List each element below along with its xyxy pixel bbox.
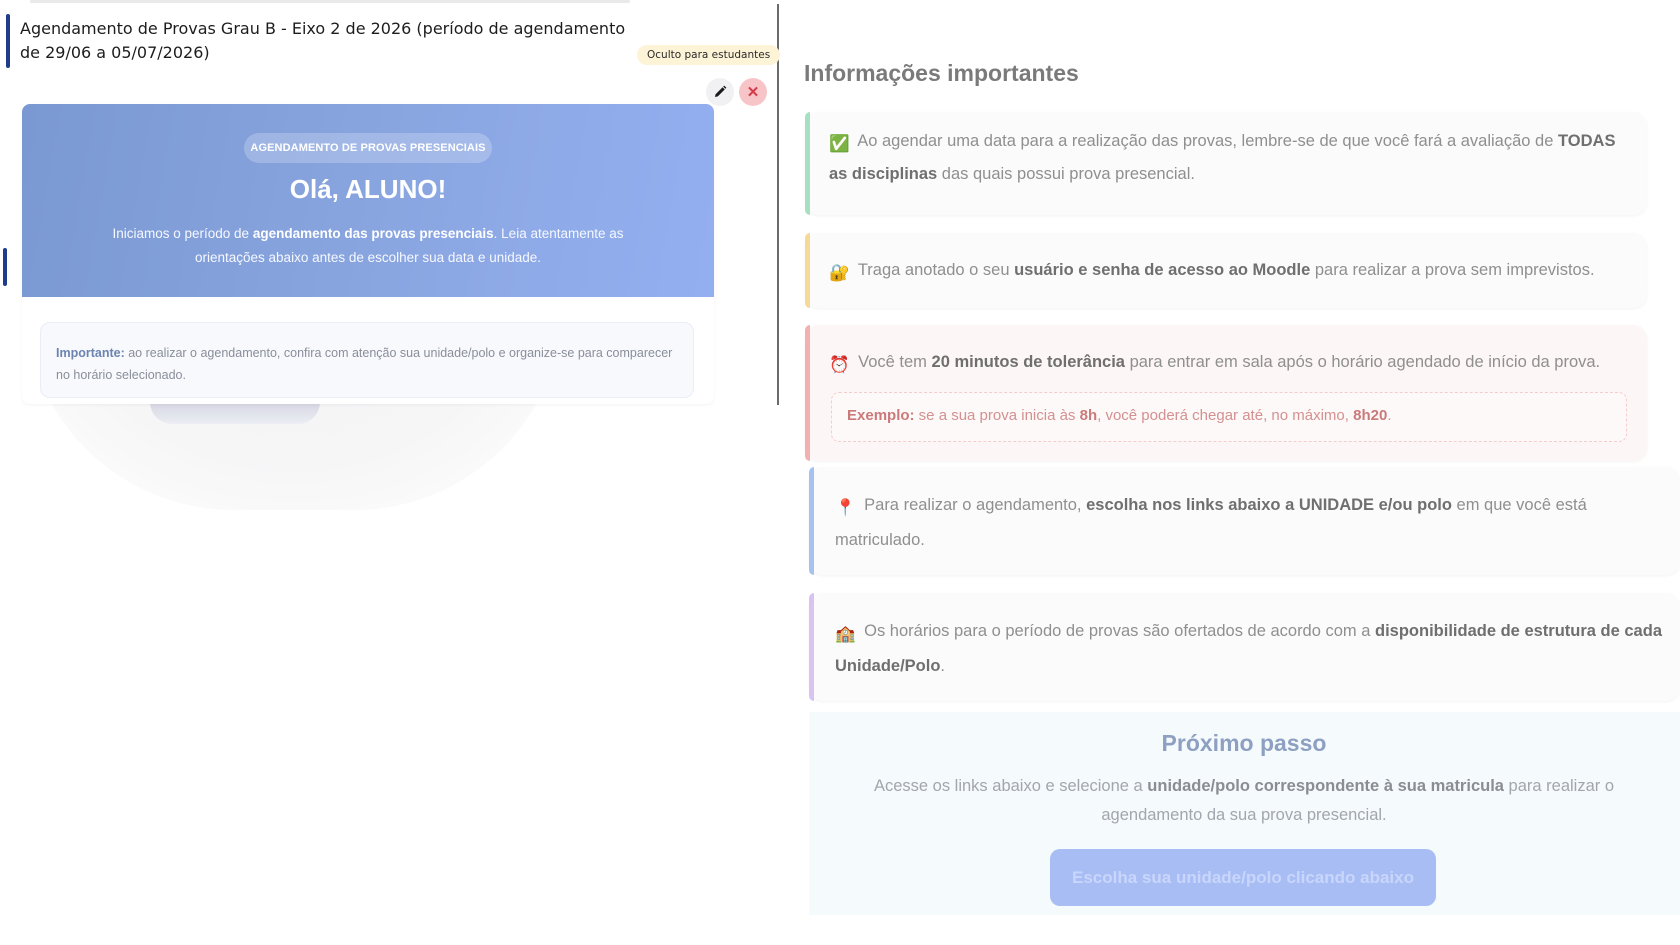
example-time: 8h <box>1079 407 1098 424</box>
card-accent-bar <box>805 112 810 215</box>
decorative-shape <box>150 402 320 424</box>
example-label: Exemplo: <box>847 407 915 424</box>
next-step-text-part: Acesse os links abaixo e selecione a <box>873 777 1148 795</box>
card-accent-bar <box>805 233 810 308</box>
info-card-all-subjects: ✅ Ao agendar uma data para a realização … <box>805 112 1647 215</box>
section-title[interactable]: Agendamento de Provas Grau B - Eixo 2 de… <box>20 17 640 65</box>
example-time: 8h20 <box>1353 407 1388 424</box>
example-text: , você poderá chegar até, no máximo, <box>1097 407 1354 424</box>
card-text: 📍 Para realizar o agendamento, escolha n… <box>835 489 1655 556</box>
edit-button[interactable] <box>706 78 734 106</box>
next-step-title: Próximo passo <box>1161 730 1327 756</box>
choose-unit-button[interactable]: Escolha sua unidade/polo clicando abaixo <box>1050 849 1436 906</box>
welcome-card: AGENDAMENTO DE PROVAS PRESENCIAIS Olá, A… <box>22 104 714 404</box>
info-card-schedule-availability: 🏫 Os horários para o período de provas s… <box>809 593 1680 701</box>
school-icon: 🏫 <box>835 625 856 643</box>
banner-text-part: Iniciamos o período de <box>112 226 253 241</box>
card-text-part: . <box>940 657 946 675</box>
card-accent-bar <box>809 593 814 701</box>
pin-icon: 📍 <box>835 499 856 517</box>
next-step-section: Próximo passo Acesse os links abaixo e s… <box>809 712 1680 915</box>
alarm-clock-icon: ⏰ <box>829 356 850 374</box>
active-indicator <box>3 248 7 286</box>
visibility-badge: Oculto para estudantes <box>637 45 781 65</box>
welcome-banner: AGENDAMENTO DE PROVAS PRESENCIAIS Olá, A… <box>22 104 714 297</box>
card-text-part: das quais possui prova presencial. <box>937 165 1195 183</box>
lock-key-icon: 🔐 <box>829 264 850 282</box>
note-label: Importante: <box>56 346 125 360</box>
card-text-bold: escolha nos links abaixo a UNIDADE e/ou … <box>1086 496 1452 514</box>
card-text-part: Os horários para o período de provas são… <box>859 622 1376 640</box>
info-card-tolerance: ⏰ Você tem 20 minutos de tolerância para… <box>805 325 1647 461</box>
card-text-part: Traga anotado o seu <box>853 261 1015 279</box>
info-card-choose-unit: 📍 Para realizar o agendamento, escolha n… <box>809 467 1680 575</box>
card-text-part: Para realizar o agendamento, <box>859 496 1087 514</box>
banner-description: Iniciamos o período de agendamento das p… <box>92 222 644 270</box>
example-text: . <box>1387 407 1392 424</box>
example-box: Exemplo: se a sua prova inicia às 8h, vo… <box>831 392 1627 442</box>
card-text: 🔐 Traga anotado o seu usuário e senha de… <box>829 257 1639 286</box>
close-icon: ✕ <box>746 84 760 101</box>
card-text-part: para entrar em sala após o horário agend… <box>1125 353 1601 371</box>
card-text-part: Ao agendar uma data para a realização da… <box>853 132 1558 150</box>
example-text: se a sua prova inicia às <box>914 407 1080 424</box>
next-step-text-bold: unidade/polo correspondente à sua matric… <box>1147 777 1504 795</box>
section-accent-bar <box>6 14 10 68</box>
pencil-icon <box>715 85 727 97</box>
card-text-part: Você tem <box>853 353 932 371</box>
banner-pill: AGENDAMENTO DE PROVAS PRESENCIAIS <box>244 133 492 163</box>
delete-button[interactable]: ✕ <box>739 78 767 106</box>
card-text-bold: usuário e senha de acesso ao Moodle <box>1014 261 1311 279</box>
banner-greeting: Olá, ALUNO! <box>289 174 447 204</box>
card-text: ✅ Ao agendar uma data para a realização … <box>829 126 1629 189</box>
card-accent-bar <box>809 467 814 575</box>
card-text-bold: 20 minutos de tolerância <box>931 353 1125 371</box>
info-card-moodle-credentials: 🔐 Traga anotado o seu usuário e senha de… <box>805 233 1647 308</box>
panel-divider <box>777 4 779 405</box>
course-section-panel: Agendamento de Provas Grau B - Eixo 2 de… <box>0 0 781 510</box>
card-text-part: para realizar a prova sem imprevistos. <box>1310 261 1595 279</box>
info-title: Informações importantes <box>804 60 1079 86</box>
note-text: ao realizar o agendamento, confira com a… <box>56 346 673 382</box>
next-step-text: Acesse os links abaixo e selecione a uni… <box>849 772 1639 830</box>
banner-text-bold: agendamento das provas presenciais <box>252 226 494 241</box>
important-note: Importante: ao realizar o agendamento, c… <box>40 322 694 398</box>
check-mark-icon: ✅ <box>829 135 850 153</box>
card-accent-bar <box>805 325 810 461</box>
card-text: ⏰ Você tem 20 minutos de tolerância para… <box>829 349 1639 378</box>
card-text: 🏫 Os horários para o período de provas s… <box>835 615 1675 682</box>
top-divider <box>30 0 630 3</box>
